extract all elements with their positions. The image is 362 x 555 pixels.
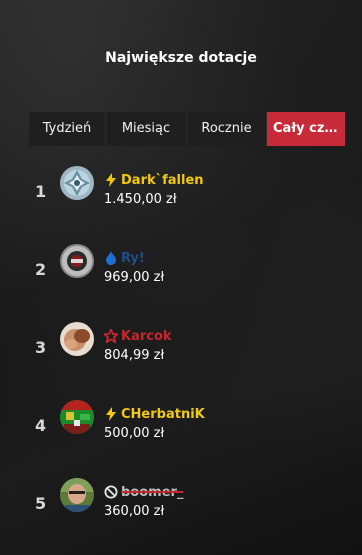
- rank-number: 2: [35, 260, 47, 279]
- donor-row[interactable]: 4 CHerbatniK 500,00 zł: [0, 400, 362, 460]
- bolt-icon: [104, 407, 118, 421]
- donor-row[interactable]: 2 Ry! 969,00 zł: [0, 244, 362, 304]
- donor-name[interactable]: Dark`fallen: [121, 173, 204, 188]
- avatar: [60, 400, 94, 434]
- donor-name[interactable]: boomer_: [121, 485, 183, 500]
- donor-name[interactable]: CHerbatniK: [121, 407, 205, 422]
- avatar: [60, 478, 94, 512]
- donor-row[interactable]: 3 Karcok 804,99 zł: [0, 322, 362, 382]
- avatar: [60, 166, 94, 200]
- tab-year[interactable]: Rocznie: [187, 112, 267, 146]
- rank-number: 4: [35, 416, 47, 435]
- donation-amount: 500,00 zł: [104, 426, 165, 441]
- donor-name-line: CHerbatniK: [104, 406, 205, 422]
- period-tabs: Tydzień Miesiąc Rocznie Cały cz...: [29, 112, 345, 146]
- donation-amount: 969,00 zł: [104, 270, 165, 285]
- rank-number: 3: [35, 338, 47, 357]
- donor-row[interactable]: 5 boomer_ 360,00 zł: [0, 478, 362, 538]
- donor-name-line: Karcok: [104, 328, 172, 344]
- panel-title: Największe dotacje: [105, 50, 257, 66]
- tab-month[interactable]: Miesiąc: [106, 112, 187, 146]
- avatar: [60, 322, 94, 356]
- tab-all-time[interactable]: Cały cz...: [267, 112, 345, 146]
- donation-amount: 804,99 zł: [104, 348, 165, 363]
- top-donations-panel: Największe dotacje Tydzień Miesiąc Roczn…: [0, 0, 362, 555]
- star-icon: [104, 329, 118, 343]
- donor-row[interactable]: 1 Dark`fallen 1.450,00 zł: [0, 166, 362, 226]
- donor-name-line: Dark`fallen: [104, 172, 204, 188]
- donor-name-line: boomer_: [104, 484, 183, 500]
- flame-icon: [104, 251, 118, 265]
- donor-name[interactable]: Karcok: [121, 329, 172, 344]
- donation-amount: 360,00 zł: [104, 504, 165, 519]
- rank-number: 5: [35, 494, 47, 513]
- donation-amount: 1.450,00 zł: [104, 192, 177, 207]
- bolt-icon: [104, 173, 118, 187]
- tab-week[interactable]: Tydzień: [29, 112, 106, 146]
- rank-number: 1: [35, 182, 47, 201]
- avatar: [60, 244, 94, 278]
- donor-name-line: Ry!: [104, 250, 145, 266]
- donor-name[interactable]: Ry!: [121, 251, 145, 266]
- ban-icon: [104, 485, 118, 499]
